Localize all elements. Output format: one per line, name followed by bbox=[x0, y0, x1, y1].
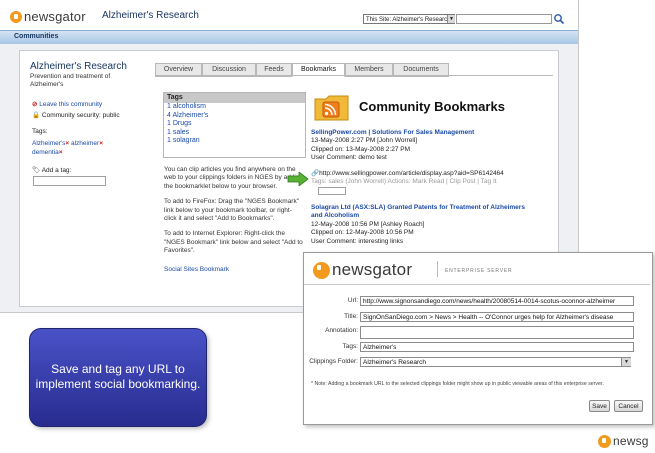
bookmark-url[interactable]: http://www.sellingpower.com/article/disp… bbox=[319, 170, 504, 177]
chevron-down-icon[interactable]: ▼ bbox=[447, 15, 455, 23]
title-input[interactable]: SignOnSanDiego.com > News > Health -- O'… bbox=[360, 312, 634, 322]
newsgator-logo-icon bbox=[10, 10, 22, 23]
bookmark-comment: User Comment: interesting links bbox=[311, 237, 404, 245]
arrow-icon bbox=[287, 171, 309, 187]
leave-community-link[interactable]: ⊘ Leave this community bbox=[32, 100, 102, 108]
tag-it-input[interactable] bbox=[318, 187, 346, 195]
bookmark-clipped: Clipped on: 12-May-2008 10:56 PM bbox=[311, 229, 414, 237]
search-input[interactable] bbox=[456, 14, 552, 24]
remove-tag-icon[interactable]: × bbox=[59, 149, 63, 156]
add-tag-label-wrap: 🏷 Add a tag: bbox=[32, 166, 71, 174]
rss-folder-icon bbox=[314, 93, 350, 121]
search-icon[interactable] bbox=[553, 13, 565, 25]
sidebar-tag-1[interactable]: alzheimer bbox=[71, 140, 99, 147]
feature-callout: Save and tag any URL to implement social… bbox=[29, 328, 207, 427]
newsgator-logo-icon bbox=[313, 261, 330, 279]
clippings-folder-label: Clippings Folder: bbox=[309, 358, 358, 365]
url-label: Url: bbox=[347, 297, 358, 304]
bookmarklet-link[interactable]: Social Sites Bookmark bbox=[164, 266, 304, 274]
main-navbar: Communities bbox=[0, 30, 578, 45]
tab-divider bbox=[155, 75, 553, 76]
bookmark-meta: 12-May-2008 10:56 PM [Ashley Roach] bbox=[311, 220, 425, 228]
add-tag-label: Add a tag: bbox=[41, 167, 72, 174]
community-security-label: Community security: public bbox=[41, 112, 120, 119]
help-paragraph-3: To add to Internet Explorer: Right-click… bbox=[164, 230, 303, 255]
help-paragraph-2: To add to FireFox: Drag the "NGES Bookma… bbox=[164, 198, 300, 223]
tag-count-item[interactable]: 1 Drugs bbox=[164, 120, 305, 129]
lock-icon: 🔒 bbox=[32, 112, 41, 119]
tag-icon: 🏷 bbox=[32, 167, 41, 174]
tags-label: Tags: bbox=[342, 343, 358, 350]
leave-community-label: Leave this community bbox=[39, 101, 103, 108]
tags-input[interactable]: Alzheimer's bbox=[360, 342, 634, 352]
dialog-brand: newsgator bbox=[331, 260, 413, 279]
sidebar-tag-2[interactable]: dementia bbox=[32, 149, 59, 156]
cancel-button[interactable]: Cancel bbox=[614, 400, 643, 412]
bookmarks-heading: Community Bookmarks bbox=[359, 99, 505, 114]
link-icon: 🔗 bbox=[311, 170, 320, 177]
tags-box: Tags 1 alcoholism 4 Alzheimer's 1 Drugs … bbox=[163, 92, 306, 158]
help-paragraph-1: You can clip articles you find anywhere … bbox=[164, 166, 304, 190]
tag-count-item[interactable]: 1 sales bbox=[164, 129, 305, 138]
bookmark-url-row: 🔗http://www.sellingpower.com/article/dis… bbox=[311, 169, 541, 177]
site-scope-select[interactable]: This Site: Alzheimer's Research bbox=[363, 14, 455, 24]
community-security: 🔒 Community security: public bbox=[32, 111, 120, 119]
site-scope-value: This Site: Alzheimer's Research bbox=[366, 17, 451, 23]
save-button[interactable]: Save bbox=[589, 400, 610, 412]
bookmark-title[interactable]: SellingPower.com | Solutions For Sales M… bbox=[311, 129, 541, 137]
tag-count-item[interactable]: 4 Alzheimer's bbox=[164, 112, 305, 121]
dialog-logo-divider bbox=[437, 261, 438, 277]
footer-logo: newsg bbox=[598, 434, 649, 448]
annotation-label: Annotation: bbox=[325, 327, 358, 334]
sidebar-tag-list: Alzheimer's× alzheimer× dementia× bbox=[32, 139, 132, 157]
footer-brand: newsg bbox=[612, 434, 649, 448]
dialog-logo: newsgator bbox=[313, 260, 412, 280]
chevron-down-icon[interactable]: ▼ bbox=[621, 358, 631, 366]
bookmark-tags-actions: Tags: sales (John Worrell) Actions: Mark… bbox=[311, 178, 497, 185]
bookmark-meta: 13-May-2008 2:27 PM [John Worrell] bbox=[311, 137, 418, 145]
remove-tag-icon[interactable]: × bbox=[65, 140, 69, 147]
remove-tag-icon[interactable]: × bbox=[99, 140, 103, 147]
callout-text: Save and tag any URL to implement social… bbox=[35, 362, 201, 391]
bookmark-entry-1: SellingPower.com | Solutions For Sales M… bbox=[311, 129, 541, 163]
clippings-folder-select[interactable]: Alzheimer's Research bbox=[360, 357, 631, 367]
sidebar-title: Alzheimer's Research bbox=[30, 61, 127, 72]
nav-communities[interactable]: Communities bbox=[14, 33, 58, 40]
sidebar-description: Prevention and treatment of Alzheimer's bbox=[30, 73, 111, 88]
brand-name: newsgator bbox=[23, 9, 86, 24]
url-input[interactable]: http://www.signonsandiego.com/news/healt… bbox=[360, 296, 634, 306]
dialog-note: * Note: Adding a bookmark URL to the sel… bbox=[311, 381, 604, 387]
sidebar-tags-label: Tags: bbox=[32, 128, 48, 135]
tag-count-item[interactable]: 1 alcoholism bbox=[164, 103, 305, 112]
tags-box-header: Tags bbox=[164, 93, 305, 103]
bookmark-entry-2: Solagran Ltd (ASX:SLA) Granted Patents f… bbox=[311, 204, 537, 246]
annotation-input[interactable] bbox=[360, 326, 634, 339]
bookmark-title[interactable]: Solagran Ltd (ASX:SLA) Granted Patents f… bbox=[311, 204, 537, 221]
bookmark-clipped: Clipped on: 13-May-2008 2:27 PM bbox=[311, 145, 411, 153]
tag-count-item[interactable]: 1 solagran bbox=[164, 137, 305, 146]
sidebar-tag-0[interactable]: Alzheimer's bbox=[32, 140, 65, 147]
title-label: Title: bbox=[344, 313, 358, 320]
dialog-subtitle: ENTERPRISE SERVER bbox=[445, 268, 513, 274]
newsgator-logo-icon bbox=[598, 434, 611, 448]
bookmarklet-help: You can clip articles you find anywhere … bbox=[164, 166, 304, 274]
bookmark-comment: User Comment: demo test bbox=[311, 154, 387, 162]
leave-icon: ⊘ bbox=[32, 101, 38, 108]
header-community-name: Alzheimer's Research bbox=[102, 10, 199, 21]
dialog-divider bbox=[304, 284, 650, 285]
add-tag-input[interactable] bbox=[33, 176, 106, 186]
clippings-folder-value: Alzheimer's Research bbox=[363, 359, 427, 366]
newsgator-logo[interactable]: newsgator bbox=[10, 9, 86, 24]
